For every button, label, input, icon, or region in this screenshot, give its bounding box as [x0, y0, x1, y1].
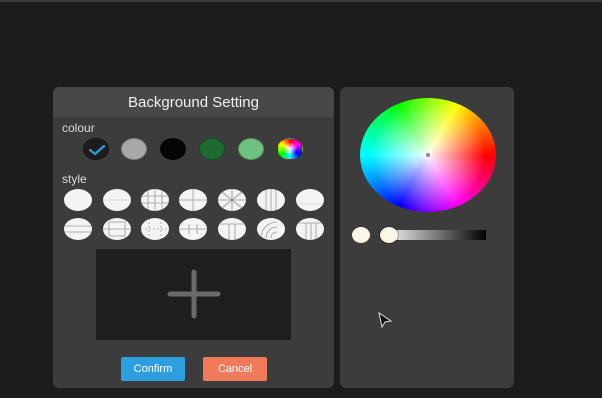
swatch-dark-green[interactable]: [199, 138, 225, 160]
cancel-button[interactable]: Cancel: [203, 357, 267, 381]
color-picker-panel: [340, 87, 514, 388]
style-option-soft[interactable]: [296, 189, 324, 211]
style-option-frame[interactable]: [103, 218, 131, 240]
bars-pattern-icon: [296, 222, 324, 240]
colour-label: colour: [62, 121, 95, 135]
swatch-black[interactable]: [160, 138, 186, 160]
grid-pattern-icon: [141, 189, 169, 211]
mouse-cursor-icon: [378, 312, 393, 328]
confirm-button[interactable]: Confirm: [121, 357, 185, 381]
dialog-title: Background Setting: [128, 93, 259, 111]
current-color-preview: [352, 227, 370, 243]
color-wheel[interactable]: [360, 98, 496, 212]
background-setting-dialog: Background Setting colour style Confirm …: [53, 87, 334, 388]
cross-pattern-icon: [179, 189, 207, 211]
style-option-columns[interactable]: [257, 189, 285, 211]
swatch-light-green[interactable]: [238, 138, 264, 160]
plain-pattern-icon: [64, 189, 92, 211]
style-option-plain[interactable]: [64, 189, 92, 211]
diagonal-pattern-icon: [218, 189, 246, 211]
style-option-cross[interactable]: [179, 189, 207, 211]
style-option-dashed[interactable]: [141, 218, 169, 240]
style-option-bars[interactable]: [296, 218, 324, 240]
style-option-diagonal[interactable]: [218, 189, 246, 211]
color-wheel-selector[interactable]: [426, 153, 430, 157]
swatch-gray[interactable]: [121, 138, 147, 160]
tee-pattern-icon: [218, 223, 246, 240]
arc-pattern-icon: [260, 221, 278, 239]
style-option-lines[interactable]: [64, 218, 92, 240]
window-top-border: [0, 0, 602, 2]
columns-pattern-icon: [265, 189, 277, 211]
light-grid-pattern-icon: [103, 199, 131, 201]
frame-pattern-icon: [103, 221, 131, 237]
style-option-grid[interactable]: [141, 189, 169, 211]
plus-icon: [167, 269, 221, 319]
style-option-arc[interactable]: [257, 218, 285, 240]
check-icon: [89, 144, 105, 156]
lines-pattern-icon: [64, 225, 92, 233]
soft-pattern-icon: [298, 203, 322, 205]
dashed-pattern-icon: [141, 218, 169, 240]
brightness-slider-handle[interactable]: [380, 227, 398, 243]
style-label: style: [62, 172, 87, 186]
swatch-rainbow[interactable]: [277, 138, 303, 160]
style-option-tee[interactable]: [218, 218, 246, 240]
dialog-header: Background Setting: [53, 87, 334, 117]
text-pattern-icon: [179, 224, 207, 234]
swatch-dark[interactable]: [83, 138, 109, 160]
background-preview-area[interactable]: [96, 249, 291, 340]
style-option-grid-light[interactable]: [103, 189, 131, 211]
style-option-text[interactable]: [179, 218, 207, 240]
